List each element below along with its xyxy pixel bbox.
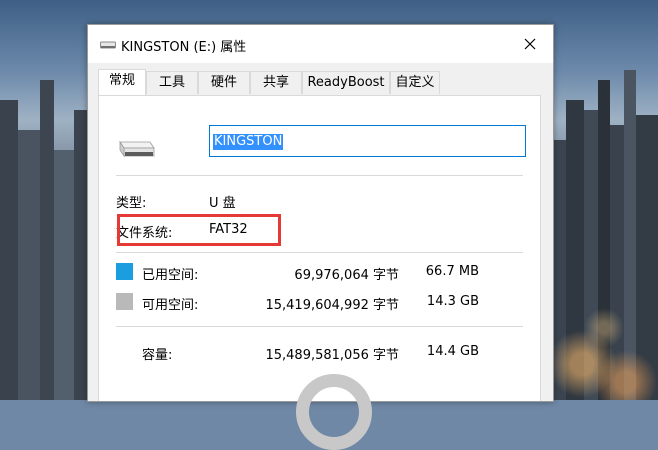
properties-dialog: KINGSTON (E:) 属性 常规 工具 硬件 共享 ReadyBoost …: [87, 24, 554, 450]
usb-drive-icon: [119, 140, 155, 158]
volume-name-selected-text: KINGSTON: [213, 134, 284, 150]
capacity-label: 容量:: [142, 348, 173, 363]
divider: [116, 252, 523, 253]
used-space-size: 66.7 MB: [425, 264, 479, 279]
used-space-swatch: [116, 263, 133, 280]
usage-donut-chart: [296, 374, 372, 450]
window-title: KINGSTON (E:) 属性: [121, 40, 247, 55]
free-space-label: 可用空间:: [142, 298, 199, 313]
type-label: 类型:: [116, 196, 147, 211]
general-panel: KINGSTON 类型: U 盘 文件系统: FAT32 已用空间: 69,97…: [98, 95, 541, 450]
usb-drive-icon: [100, 41, 116, 49]
capacity-size: 14.4 GB: [426, 344, 479, 359]
tab-general[interactable]: 常规: [98, 69, 146, 95]
free-space-bytes: 15,419,604,992 字节: [265, 298, 399, 313]
tab-readyboost[interactable]: ReadyBoost: [302, 71, 390, 94]
free-space-swatch: [116, 293, 133, 310]
filesystem-highlight-box: [117, 214, 281, 246]
used-space-label: 已用空间:: [142, 268, 199, 283]
divider: [116, 326, 523, 327]
tab-tools[interactable]: 工具: [146, 71, 198, 94]
close-button[interactable]: [507, 25, 553, 63]
title-bar[interactable]: KINGSTON (E:) 属性: [88, 25, 553, 63]
volume-name-input[interactable]: KINGSTON: [209, 125, 526, 157]
free-space-size: 14.3 GB: [426, 294, 479, 309]
tab-sharing[interactable]: 共享: [250, 71, 302, 94]
tab-hardware[interactable]: 硬件: [198, 71, 250, 94]
capacity-bytes: 15,489,581,056 字节: [265, 348, 399, 363]
close-icon: [524, 38, 536, 50]
tab-customize[interactable]: 自定义: [390, 71, 440, 94]
used-space-bytes: 69,976,064 字节: [294, 268, 399, 283]
type-value: U 盘: [209, 196, 236, 211]
divider: [116, 175, 523, 176]
